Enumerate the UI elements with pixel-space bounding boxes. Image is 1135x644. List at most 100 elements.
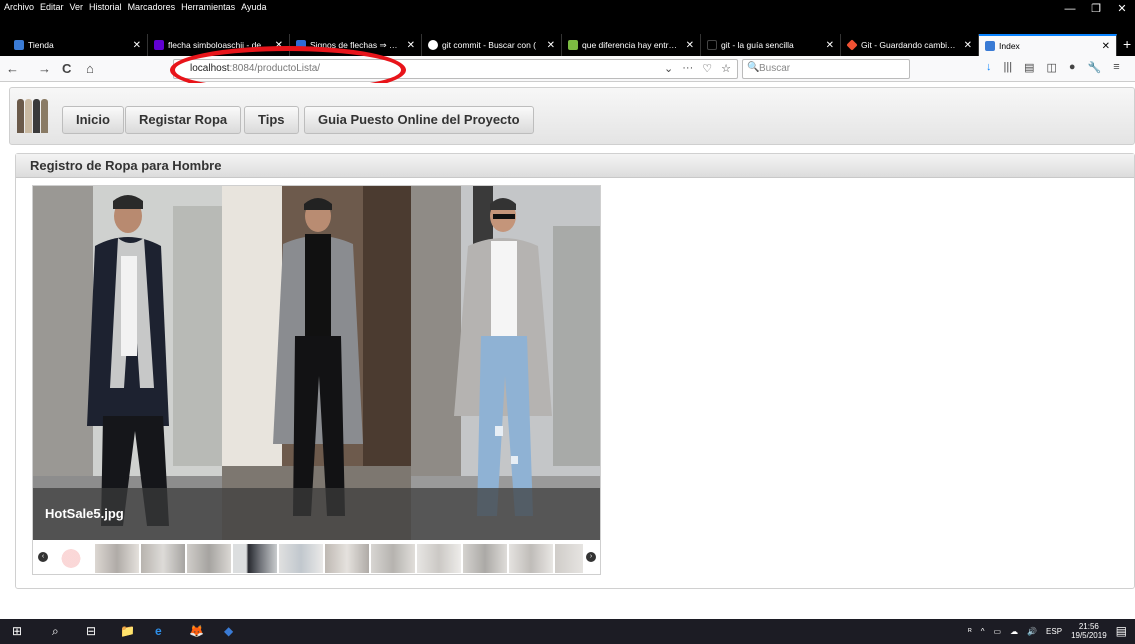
virtualbox-icon[interactable]: ◆ (224, 624, 233, 639)
extension-icon[interactable]: ● (1069, 61, 1076, 74)
tab-close-icon[interactable]: ✕ (1098, 41, 1110, 52)
next-arrow-icon[interactable]: › (586, 552, 596, 562)
tab-index[interactable]: Index ✕ (979, 34, 1117, 56)
reload-button[interactable]: C (62, 59, 71, 79)
chevron-down-icon[interactable]: ⌄ (664, 62, 673, 75)
tab-signos-flechas[interactable]: Signos de flechas ⇒ (ha: ✕ (290, 34, 422, 56)
clothing-logo-icon (17, 99, 49, 133)
search-box[interactable]: 🔍 Buscar (742, 59, 910, 79)
tab-close-icon[interactable]: ✕ (403, 40, 415, 51)
new-tab-button[interactable]: + (1123, 34, 1135, 56)
tab-favicon (568, 40, 578, 50)
pocket-icon[interactable]: ♡ (702, 62, 712, 75)
tab-close-icon[interactable]: ✕ (129, 40, 141, 51)
thumbnail[interactable] (463, 544, 507, 573)
onedrive-icon[interactable]: ☁ (1010, 627, 1018, 636)
restore-button[interactable]: ❐ (1083, 0, 1109, 18)
clock-time: 21:56 (1078, 622, 1099, 631)
show-hidden-icons-icon[interactable]: ^ (981, 627, 985, 636)
panel-title: Registro de Ropa para Hombre (16, 154, 1134, 178)
thumbnail[interactable] (555, 544, 583, 573)
tips-button[interactable]: Tips (244, 106, 299, 134)
tab-close-icon[interactable]: ✕ (543, 40, 555, 51)
menu-ayuda[interactable]: Ayuda (241, 0, 266, 14)
bookmark-star-icon[interactable]: ☆ (721, 62, 731, 75)
tabs: Tienda ✕ flecha simboloaschii - de ✕ Sig… (8, 34, 1117, 56)
tab-label: que diferencia hay entre g (582, 40, 678, 50)
thumbnail[interactable] (371, 544, 415, 573)
library-icon[interactable]: ||| (1004, 61, 1013, 74)
tab-close-icon[interactable]: ✕ (271, 40, 283, 51)
screenshot-icon[interactable]: ◫ (1046, 61, 1056, 74)
home-button[interactable]: ⌂ (86, 59, 94, 79)
menubar: Archivo Editar Ver Historial Marcadores … (0, 0, 266, 14)
url-host: localhost (190, 63, 230, 74)
download-icon[interactable]: ↓ (986, 61, 992, 74)
menu-ver[interactable]: Ver (70, 0, 84, 14)
clock-date: 19/5/2019 (1071, 631, 1107, 640)
thumbnail[interactable] (279, 544, 323, 573)
back-button[interactable]: ← (6, 59, 19, 79)
thumbnail[interactable] (417, 544, 461, 573)
tab-favicon (296, 40, 306, 50)
thumbnail-sale-badge[interactable] (53, 544, 89, 573)
thumbnail[interactable] (187, 544, 231, 573)
tab-label: git commit - Buscar con ( (442, 40, 536, 50)
menu-herramientas[interactable]: Herramientas (181, 0, 235, 14)
search-icon[interactable]: ⌕ (52, 624, 59, 639)
thumbnail-selected[interactable] (233, 544, 277, 573)
menu-editar[interactable]: Editar (40, 0, 64, 14)
tab-que-diferencia[interactable]: que diferencia hay entre g ✕ (562, 34, 701, 56)
tab-flecha-simbolo[interactable]: flecha simboloaschii - de ✕ (148, 34, 290, 56)
language-indicator[interactable]: ESP (1046, 627, 1062, 636)
close-window-button[interactable]: ✕ (1109, 0, 1135, 18)
navigation-toolbar: ← → C ⌂ localhost:8084/productoLista/ ⌄ … (0, 56, 1135, 82)
tab-close-icon[interactable]: ✕ (960, 40, 972, 51)
more-actions-icon[interactable]: ··· (682, 62, 693, 75)
url-path: :8084/productoLista/ (229, 63, 321, 74)
windows-taskbar: ⊞ ⌕ ⊟ 📁 e 🦊 ◆ ᴿ ^ ▭ ☁ 🔊 ESP 21:56 19/5/2… (0, 619, 1135, 644)
wrench-icon[interactable]: 🔧 (1088, 61, 1102, 74)
window-controls: — ❐ ✕ (1057, 0, 1135, 18)
people-icon[interactable]: ᴿ (968, 627, 972, 636)
search-icon: 🔍 (747, 62, 760, 73)
clock[interactable]: 21:56 19/5/2019 (1071, 622, 1107, 640)
tab-label: Signos de flechas ⇒ (ha: (310, 39, 399, 50)
minimize-button[interactable]: — (1057, 0, 1083, 18)
notifications-icon[interactable]: ▤ (1116, 624, 1127, 638)
volume-icon[interactable]: 🔊 (1027, 627, 1037, 636)
task-view-icon[interactable]: ⊟ (86, 624, 96, 639)
google-favicon-icon (428, 40, 438, 50)
tab-git-guardando[interactable]: Git - Guardando cambios ✕ (841, 34, 979, 56)
tab-git-guia[interactable]: git - la guía sencilla ✕ (701, 34, 841, 56)
forward-button[interactable]: → (38, 59, 51, 79)
thumbnail[interactable] (95, 544, 139, 573)
edge-icon[interactable]: e (155, 624, 162, 639)
address-bar[interactable]: localhost:8084/productoLista/ ⌄ ··· ♡ ☆ (173, 59, 738, 79)
firefox-icon[interactable]: 🦊 (189, 624, 204, 639)
previous-arrow-icon[interactable]: ‹ (38, 552, 48, 562)
menu-marcadores[interactable]: Marcadores (128, 0, 176, 14)
menu-icon[interactable]: ≡ (1113, 61, 1119, 74)
yahoo-favicon-icon (154, 40, 164, 50)
tab-close-icon[interactable]: ✕ (822, 40, 834, 51)
inicio-button[interactable]: Inicio (62, 106, 124, 134)
url-text[interactable]: localhost:8084/productoLista/ (190, 63, 320, 74)
thumbnail[interactable] (141, 544, 185, 573)
page-content: Inicio Registar Ropa Tips Guia Puesto On… (0, 83, 1135, 619)
sidebar-icon[interactable]: ▤ (1024, 61, 1034, 74)
tab-tienda[interactable]: Tienda ✕ (8, 34, 148, 56)
start-button[interactable]: ⊞ (12, 624, 22, 639)
thumbnail[interactable] (509, 544, 553, 573)
thumbnail[interactable] (325, 544, 369, 573)
file-explorer-icon[interactable]: 📁 (120, 624, 135, 639)
tab-close-icon[interactable]: ✕ (682, 40, 694, 51)
gallery-main-image[interactable]: HotSale5.jpg (33, 186, 600, 540)
menu-historial[interactable]: Historial (89, 0, 122, 14)
menu-archivo[interactable]: Archivo (4, 0, 34, 14)
guia-proyecto-button[interactable]: Guia Puesto Online del Proyecto (304, 106, 534, 134)
registar-ropa-button[interactable]: Registar Ropa (125, 106, 242, 134)
tab-label: Tienda (28, 40, 54, 50)
tab-git-commit[interactable]: git commit - Buscar con ( ✕ (422, 34, 562, 56)
network-icon[interactable]: ▭ (994, 627, 1002, 636)
